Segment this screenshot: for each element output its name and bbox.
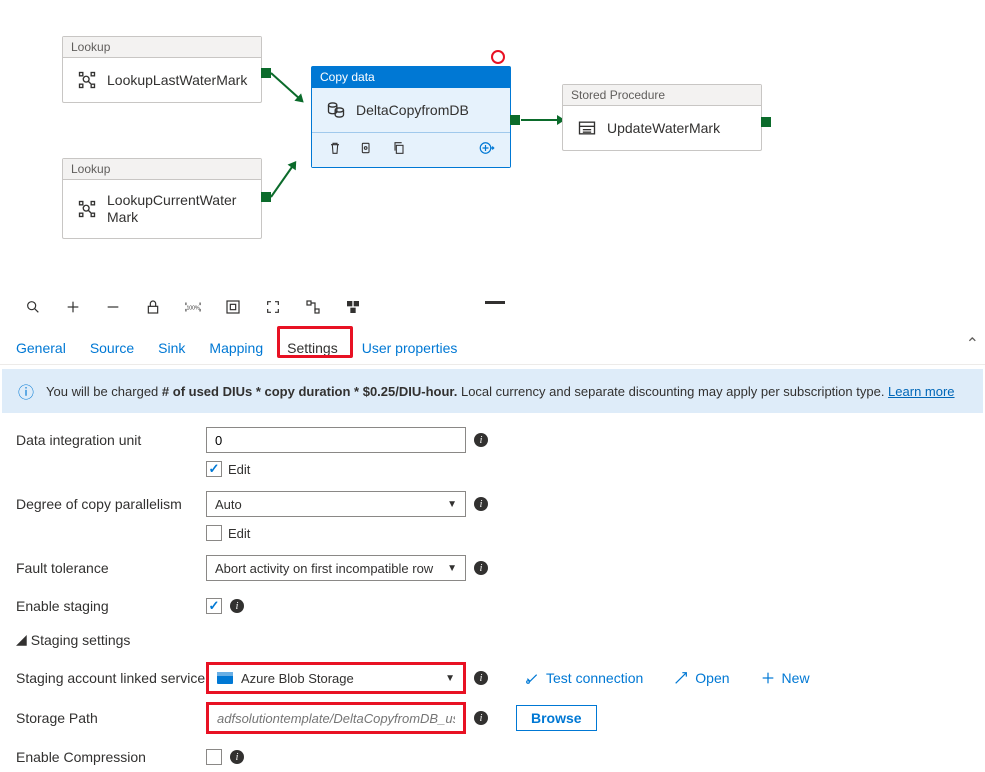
search-icon bbox=[77, 199, 97, 219]
banner-text: You will be charged # of used DIUs * cop… bbox=[46, 384, 955, 399]
diu-input[interactable] bbox=[206, 427, 466, 453]
stored-procedure-icon bbox=[577, 118, 597, 138]
info-icon[interactable]: i bbox=[474, 561, 488, 575]
chevron-down-icon: ▼ bbox=[445, 673, 455, 684]
enable-staging-checkbox[interactable] bbox=[206, 598, 222, 614]
enable-compression-checkbox[interactable] bbox=[206, 749, 222, 765]
activity-lookup-current-watermark[interactable]: Lookup LookupCurrentWater Mark bbox=[62, 158, 262, 239]
triangle-down-icon: ◢ bbox=[16, 631, 27, 648]
diu-edit-checkbox[interactable] bbox=[206, 461, 222, 477]
highlight-settings-tab bbox=[277, 326, 353, 358]
node-action-bar bbox=[312, 132, 510, 167]
copy-icon[interactable] bbox=[390, 139, 408, 157]
connector-port[interactable] bbox=[510, 115, 520, 125]
dop-label: Degree of copy parallelism bbox=[16, 496, 206, 512]
pipeline-canvas[interactable]: Lookup LookupLastWaterMark Lookup Lookup… bbox=[0, 0, 985, 280]
info-icon[interactable]: i bbox=[474, 433, 488, 447]
storage-path-input[interactable] bbox=[206, 702, 466, 734]
canvas-toolbar: 100% bbox=[0, 290, 985, 324]
layout-icon[interactable] bbox=[344, 298, 362, 316]
browse-button[interactable]: Browse bbox=[516, 705, 597, 731]
open-link[interactable]: Open bbox=[673, 670, 729, 686]
search-icon[interactable] bbox=[24, 298, 42, 316]
zoom-out-icon[interactable] bbox=[104, 298, 122, 316]
lock-icon[interactable] bbox=[144, 298, 162, 316]
info-icon[interactable]: i bbox=[474, 671, 488, 685]
zoom-100-icon[interactable]: 100% bbox=[184, 298, 202, 316]
connector-port[interactable] bbox=[761, 117, 771, 127]
activity-tabs: General Source Sink Mapping Settings Use… bbox=[0, 324, 985, 365]
linked-service-select[interactable]: Azure Blob Storage ▼ bbox=[206, 662, 466, 694]
database-copy-icon bbox=[326, 100, 346, 120]
new-link[interactable]: New bbox=[760, 670, 810, 686]
info-icon[interactable]: i bbox=[474, 711, 488, 725]
chevron-down-icon: ▼ bbox=[447, 563, 457, 574]
dop-select[interactable]: Auto ▼ bbox=[206, 491, 466, 517]
node-title: DeltaCopyfromDB bbox=[356, 102, 469, 118]
node-title: LookupLastWaterMark bbox=[107, 72, 247, 88]
node-type-label: Stored Procedure bbox=[563, 85, 761, 106]
connector-line bbox=[270, 72, 300, 99]
info-icon: ⓘ bbox=[18, 379, 34, 403]
validation-error-icon bbox=[491, 50, 505, 64]
enable-compression-label: Enable Compression bbox=[16, 749, 206, 765]
activity-copy-data[interactable]: Copy data DeltaCopyfromDB bbox=[311, 66, 511, 168]
svg-text:100%: 100% bbox=[186, 306, 200, 312]
edit-label: Edit bbox=[228, 526, 250, 541]
dop-edit-checkbox[interactable] bbox=[206, 525, 222, 541]
fullscreen-icon[interactable] bbox=[264, 298, 282, 316]
chevron-down-icon: ▼ bbox=[447, 499, 457, 510]
node-type-label: Lookup bbox=[63, 159, 261, 180]
tab-mapping[interactable]: Mapping bbox=[209, 332, 263, 364]
collapse-panel-icon[interactable]: ⌃ bbox=[966, 334, 979, 354]
staging-settings-toggle[interactable]: ◢ Staging settings bbox=[16, 631, 969, 648]
storage-path-label: Storage Path bbox=[16, 710, 206, 726]
activity-lookup-last-watermark[interactable]: Lookup LookupLastWaterMark bbox=[62, 36, 262, 103]
zoom-in-icon[interactable] bbox=[64, 298, 82, 316]
tab-source[interactable]: Source bbox=[90, 332, 134, 364]
fault-tolerance-select[interactable]: Abort activity on first incompatible row… bbox=[206, 555, 466, 581]
node-type-label: Copy data bbox=[312, 67, 510, 88]
info-icon[interactable]: i bbox=[230, 750, 244, 764]
info-icon[interactable]: i bbox=[474, 497, 488, 511]
pricing-info-banner: ⓘ You will be charged # of used DIUs * c… bbox=[2, 369, 983, 413]
clone-icon[interactable] bbox=[358, 139, 376, 157]
tab-user-properties[interactable]: User properties bbox=[362, 332, 458, 364]
enable-staging-label: Enable staging bbox=[16, 598, 206, 614]
fit-screen-icon[interactable] bbox=[224, 298, 242, 316]
connector-line bbox=[270, 165, 293, 197]
linked-service-label: Staging account linked service bbox=[16, 669, 206, 687]
diu-label: Data integration unit bbox=[16, 432, 206, 448]
search-icon bbox=[77, 70, 97, 90]
auto-align-icon[interactable] bbox=[304, 298, 322, 316]
connector-port[interactable] bbox=[261, 192, 271, 202]
fault-tolerance-label: Fault tolerance bbox=[16, 560, 206, 576]
test-connection-link[interactable]: Test connection bbox=[524, 670, 643, 686]
tab-general[interactable]: General bbox=[16, 332, 66, 364]
activity-stored-procedure[interactable]: Stored Procedure UpdateWaterMark bbox=[562, 84, 762, 151]
delete-icon[interactable] bbox=[326, 139, 344, 157]
add-output-icon[interactable] bbox=[478, 139, 496, 157]
node-title: LookupCurrentWater Mark bbox=[107, 192, 247, 226]
panel-resize-handle[interactable] bbox=[485, 301, 505, 304]
edit-label: Edit bbox=[228, 462, 250, 477]
node-type-label: Lookup bbox=[63, 37, 261, 58]
info-icon[interactable]: i bbox=[230, 599, 244, 613]
connector-line bbox=[521, 119, 559, 121]
node-title: UpdateWaterMark bbox=[607, 120, 720, 136]
blob-storage-icon bbox=[217, 672, 233, 684]
settings-form: Data integration unit i Edit Degree of c… bbox=[0, 425, 985, 772]
learn-more-link[interactable]: Learn more bbox=[888, 384, 954, 399]
tab-sink[interactable]: Sink bbox=[158, 332, 185, 364]
